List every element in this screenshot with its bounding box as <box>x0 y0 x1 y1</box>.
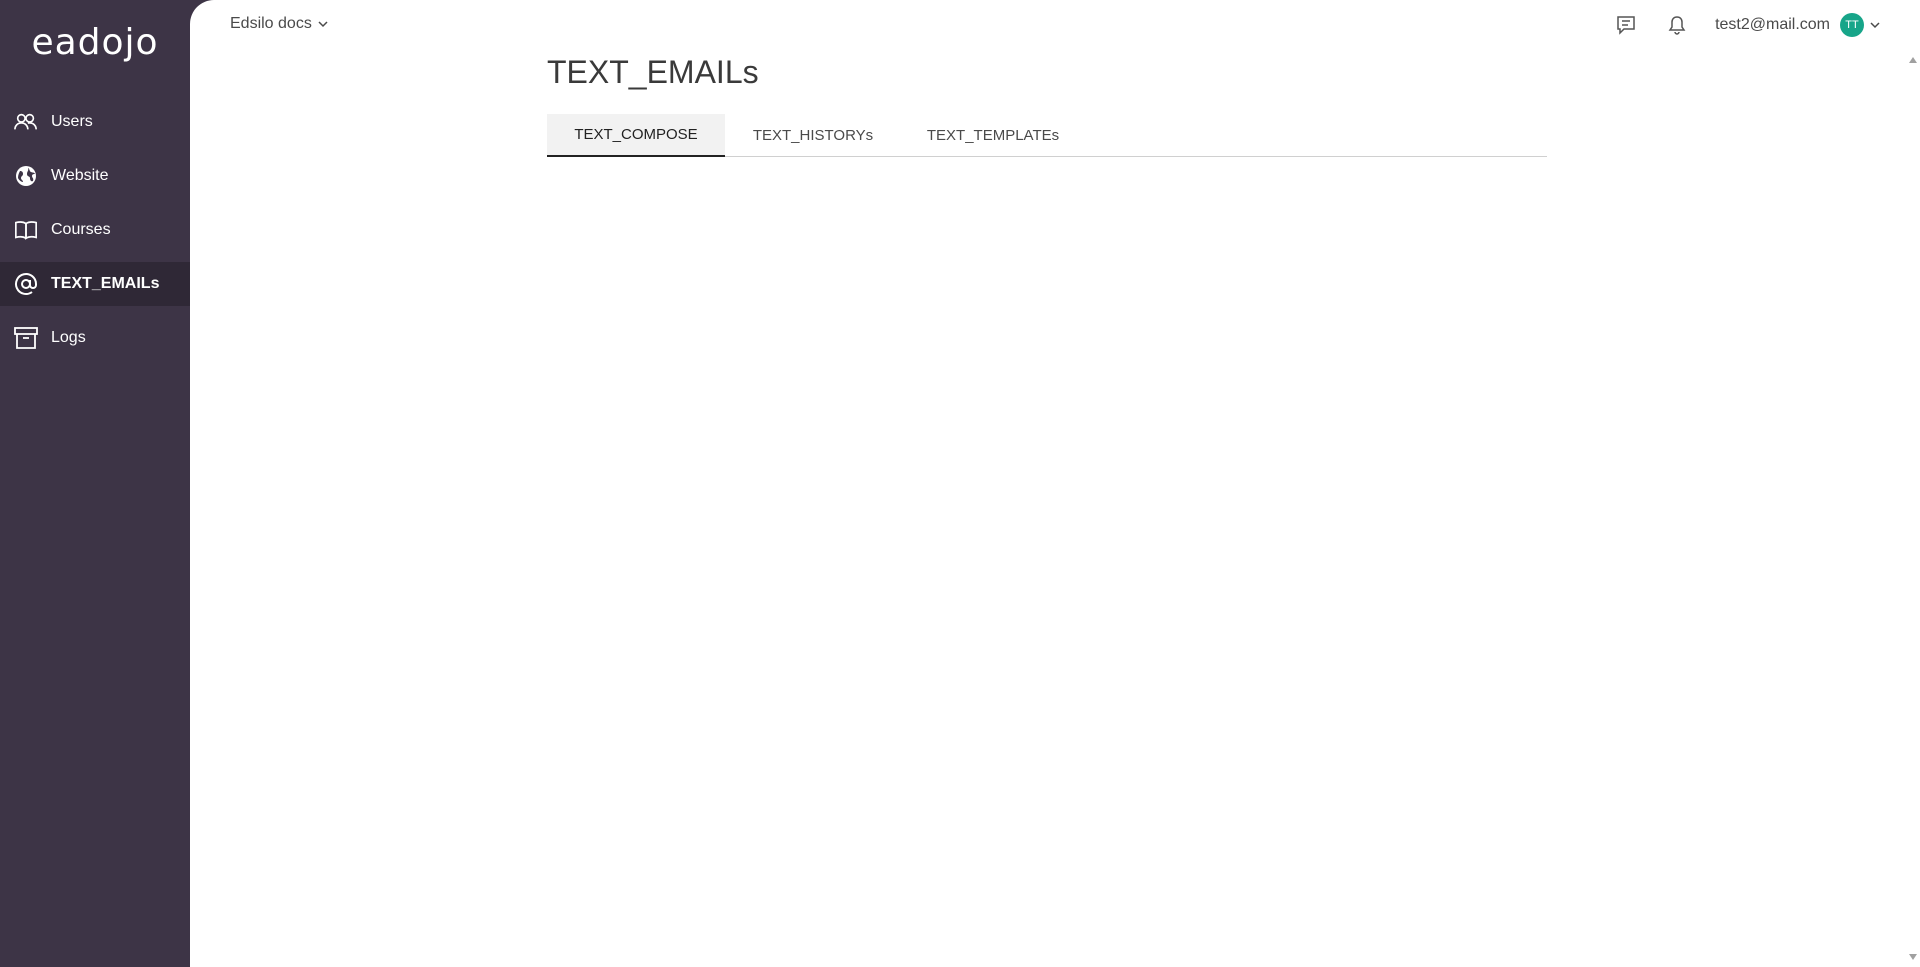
top-bar-actions: test2@mail.com TT <box>1613 12 1880 38</box>
sidebar-item-logs[interactable]: Logs <box>0 316 190 360</box>
sidebar-item-website[interactable]: Website <box>0 154 190 198</box>
app-logo[interactable]: eadojo <box>0 22 190 63</box>
scrollbar[interactable] <box>1906 52 1920 967</box>
bell-icon[interactable] <box>1664 12 1690 38</box>
archive-icon <box>14 326 38 350</box>
sidebar-item-label: Users <box>51 113 93 130</box>
org-switcher-label: Edsilo docs <box>230 15 312 32</box>
globe-icon <box>14 164 38 188</box>
chevron-down-icon[interactable] <box>1870 21 1880 29</box>
user-email[interactable]: test2@mail.com <box>1715 16 1830 34</box>
sidebar-item-courses[interactable]: Courses <box>0 208 190 252</box>
tab-bar: TEXT_COMPOSE TEXT_HISTORYs TEXT_TEMPLATE… <box>547 114 1547 157</box>
book-icon <box>14 218 38 242</box>
message-icon[interactable] <box>1613 12 1639 38</box>
page-content: TEXT_EMAILs TEXT_COMPOSE TEXT_HISTORYs T… <box>547 50 1547 157</box>
tab-histories[interactable]: TEXT_HISTORYs <box>725 114 901 156</box>
org-switcher[interactable]: Edsilo docs <box>230 15 328 33</box>
at-icon <box>14 272 38 296</box>
tab-templates[interactable]: TEXT_TEMPLATEs <box>901 114 1085 156</box>
users-icon <box>14 110 38 134</box>
page-title: TEXT_EMAILs <box>547 54 759 90</box>
sidebar: eadojo Users Website Courses TEXT_EMAILs… <box>0 0 190 967</box>
scroll-up-icon[interactable] <box>1909 56 1917 64</box>
avatar[interactable]: TT <box>1840 13 1864 37</box>
sidebar-item-label: Logs <box>51 329 86 346</box>
sidebar-item-label: TEXT_EMAILs <box>51 275 160 292</box>
sidebar-nav: Users Website Courses TEXT_EMAILs Logs <box>0 100 190 370</box>
sidebar-item-label: Website <box>51 167 109 184</box>
chevron-down-icon <box>318 15 328 33</box>
sidebar-item-label: Courses <box>51 221 111 238</box>
sidebar-item-emails[interactable]: TEXT_EMAILs <box>0 262 190 306</box>
top-bar: Edsilo docs test2@mail.com TT <box>190 0 1920 52</box>
main-panel: Edsilo docs test2@mail.com TT TEXT_EMAIL… <box>190 0 1920 967</box>
tab-compose[interactable]: TEXT_COMPOSE <box>547 114 725 157</box>
sidebar-item-users[interactable]: Users <box>0 100 190 144</box>
scroll-down-icon[interactable] <box>1909 953 1917 961</box>
